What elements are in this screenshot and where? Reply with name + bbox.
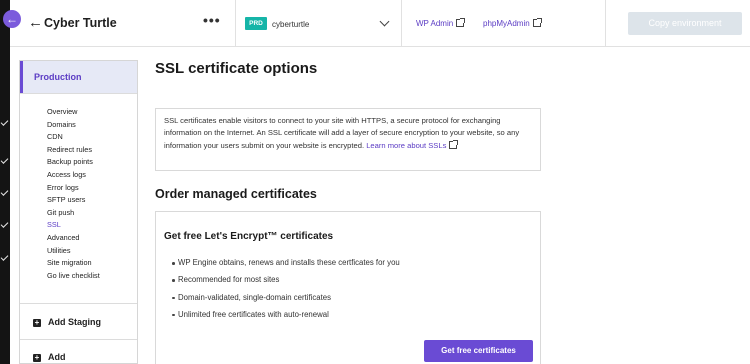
- wp-admin-link[interactable]: WP Admin: [416, 18, 466, 28]
- feature-item: Recommended for most sites: [172, 274, 400, 291]
- check-icon: [0, 188, 9, 196]
- external-link-icon: [532, 18, 542, 27]
- learn-more-link[interactable]: Learn more about SSLs: [366, 139, 459, 150]
- add-label: Add: [48, 352, 66, 362]
- feature-list: WP Engine obtains, renews and installs t…: [172, 257, 400, 326]
- sidebar-item-backup-points[interactable]: Backup points: [47, 156, 100, 169]
- sidebar-divider: [20, 303, 137, 304]
- site-name: Cyber Turtle: [44, 16, 117, 30]
- external-link-icon: [456, 18, 466, 27]
- plus-icon: +: [33, 353, 41, 362]
- sidebar-item-git-push[interactable]: Git push: [47, 207, 100, 220]
- sidebar-environment-production[interactable]: Production: [20, 61, 137, 93]
- add-button[interactable]: + Add: [33, 352, 66, 362]
- phpmyadmin-link[interactable]: phpMyAdmin: [483, 18, 542, 28]
- top-header: ← Cyber Turtle ••• PRD cyberturtle WP Ad…: [10, 0, 750, 47]
- check-icon: [0, 253, 9, 261]
- copy-environment-button[interactable]: Copy environment: [628, 12, 742, 35]
- sidebar-item-utilities[interactable]: Utilities: [47, 245, 100, 258]
- sidebar-item-error-logs[interactable]: Error logs: [47, 182, 100, 195]
- ssl-info-text: SSL certificates enable visitors to conn…: [164, 116, 520, 150]
- more-horizontal-icon[interactable]: •••: [203, 12, 221, 28]
- check-icon: [0, 118, 9, 126]
- sidebar-item-overview[interactable]: Overview: [47, 106, 100, 119]
- ssl-info-box: SSL certificates enable visitors to conn…: [155, 108, 541, 171]
- sidebar-item-site-migration[interactable]: Site migration: [47, 257, 100, 270]
- sidebar-item-sftp-users[interactable]: SFTP users: [47, 194, 100, 207]
- plus-icon: +: [33, 318, 41, 327]
- header-divider: [605, 0, 606, 47]
- sidebar-divider: [20, 339, 137, 340]
- section-title: Order managed certificates: [155, 187, 317, 201]
- sidebar-item-ssl[interactable]: SSL: [47, 219, 100, 232]
- feature-item: Domain-validated, single-domain certific…: [172, 292, 400, 309]
- sidebar-item-advanced[interactable]: Advanced: [47, 232, 100, 245]
- card-title: Get free Let's Encrypt™ certificates: [164, 231, 334, 242]
- get-free-certificates-button[interactable]: Get free certificates: [424, 340, 533, 362]
- check-icon: [0, 220, 9, 228]
- env-selector[interactable]: cyberturtle: [272, 20, 309, 29]
- app-window: ← ← Cyber Turtle ••• PRD cyberturtle WP …: [0, 0, 750, 364]
- header-divider: [401, 0, 402, 47]
- sidebar-item-redirect-rules[interactable]: Redirect rules: [47, 144, 100, 157]
- feature-item: WP Engine obtains, renews and installs t…: [172, 257, 400, 274]
- external-link-icon: [449, 139, 459, 149]
- chevron-down-icon[interactable]: [379, 16, 390, 27]
- add-staging-label: Add Staging: [48, 317, 101, 327]
- sidebar-divider: [20, 93, 137, 94]
- learn-more-label: Learn more about SSLs: [366, 140, 447, 150]
- lets-encrypt-card: Get free Let's Encrypt™ certificates WP …: [155, 211, 541, 364]
- left-rail: ←: [0, 0, 21, 364]
- phpmyadmin-link-label: phpMyAdmin: [483, 19, 530, 28]
- feature-item: Unlimited free certificates with auto-re…: [172, 309, 400, 326]
- sidebar-item-access-logs[interactable]: Access logs: [47, 169, 100, 182]
- sidebar: Production Overview Domains CDN Redirect…: [19, 60, 138, 364]
- wp-admin-link-label: WP Admin: [416, 19, 454, 28]
- sidebar-nav: Overview Domains CDN Redirect rules Back…: [47, 106, 100, 282]
- add-staging-button[interactable]: + Add Staging: [33, 317, 101, 327]
- env-badge: PRD: [245, 17, 267, 30]
- page-title: SSL certificate options: [155, 60, 318, 77]
- sidebar-item-go-live-checklist[interactable]: Go live checklist: [47, 270, 100, 283]
- sidebar-item-cdn[interactable]: CDN: [47, 131, 100, 144]
- collapse-arrow-icon[interactable]: ←: [3, 10, 21, 28]
- sidebar-item-domains[interactable]: Domains: [47, 119, 100, 132]
- back-arrow-icon[interactable]: ←: [28, 14, 43, 31]
- check-icon: [0, 156, 9, 164]
- header-divider: [235, 0, 236, 47]
